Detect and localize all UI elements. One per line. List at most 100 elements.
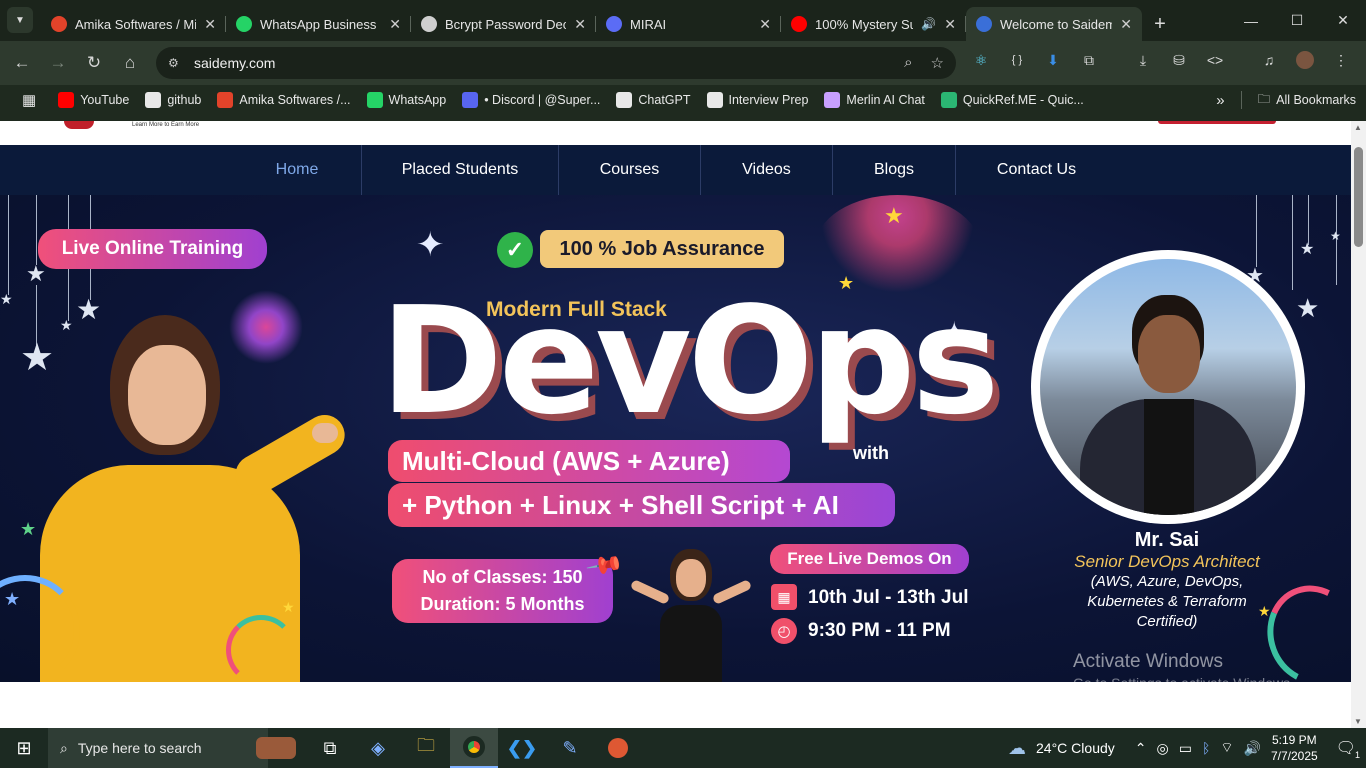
bookmark-item[interactable]: Amika Softwares /... [209,87,358,113]
site-info-icon[interactable]: ⚙ [168,56,182,70]
tab-search-button[interactable]: ▼ [7,7,33,33]
tab-favicon-icon [421,16,437,32]
download-extension-icon[interactable]: ⬇ [1042,49,1064,71]
hero-banner[interactable]: ★ ★ ★ ★ ★ ★ ★ ★ ★ ★ ★ ✦ ✦ Live Online Tr… [0,195,1351,682]
hanging-string [1308,195,1309,245]
tab-close-icon[interactable]: ✕ [1120,16,1132,33]
browser-tab[interactable]: 100% Mystery Su 🔊 ✕ [781,7,966,41]
page-scrollbar[interactable]: ▲ ▼ [1351,121,1366,728]
wifi-icon[interactable]: ⌔ [1220,739,1233,757]
menu-kebab-icon[interactable]: ⋮ [1330,49,1352,71]
react-devtools-icon[interactable]: ⚛ [970,49,992,71]
bookmark-favicon-icon [616,92,633,108]
system-tray: ☁ 24°C Cloudy ⌃ ◎ ▭ ᛒ ⌔ 🔊 5:19 PM 7/7/20… [1008,728,1366,768]
nav-contact-us[interactable]: Contact Us [956,145,1117,195]
weather-text[interactable]: 24°C Cloudy [1036,740,1115,756]
bookmark-favicon-icon [706,92,723,108]
volume-icon[interactable]: 🔊 [1244,740,1261,757]
bookmark-item[interactable]: ChatGPT [608,87,698,113]
apps-grid-icon[interactable]: ▦ [14,87,50,113]
zoom-icon[interactable]: ⌕ [904,54,912,72]
bookmark-item[interactable]: WhatsApp [359,87,455,113]
windows-taskbar: ⊞ ⌕ Type here to search ⧉ ◈ 🗀 ❮❯ ✎ ☁ 24°… [0,728,1366,768]
chrome-icon[interactable] [450,728,498,768]
forward-button[interactable]: → [40,45,76,81]
profile-avatar[interactable] [1294,49,1316,71]
more-bookmarks-icon[interactable]: » [1216,92,1224,109]
bookmark-item[interactable]: Merlin AI Chat [816,87,933,113]
task-view-icon[interactable]: ⧉ [306,728,354,768]
home-button[interactable]: ⌂ [112,45,148,81]
maximize-button[interactable]: ☐ [1274,0,1320,41]
new-tab-button[interactable]: + [1142,7,1178,41]
tab-close-icon[interactable]: ✕ [574,16,586,33]
minimize-button[interactable]: — [1228,0,1274,41]
bookmark-item[interactable]: • Discord | @Super... [454,87,608,113]
bookmark-item[interactable]: YouTube [50,87,137,113]
browser-tab[interactable]: Amika Softwares / Mi ✕ [41,7,226,41]
bookmark-label: Interview Prep [728,93,809,107]
tray-overflow-icon[interactable]: ⌃ [1135,740,1147,757]
trainer-portrait-image [1040,259,1296,515]
bookmark-item[interactable]: QuickRef.ME - Quic... [933,87,1092,113]
back-button[interactable]: ← [4,45,40,81]
tab-close-icon[interactable]: ✕ [759,16,771,33]
nav-videos[interactable]: Videos [701,145,833,195]
tab-title: Welcome to Saidemy [1000,16,1113,32]
vscode-icon[interactable]: ❮❯ [498,728,546,768]
tab-strip: ▼ Amika Softwares / Mi ✕ WhatsApp Business… [0,0,1366,41]
scroll-down-arrow-icon[interactable]: ▼ [1354,717,1362,726]
header-cta-button[interactable] [1158,121,1276,124]
bookmark-item[interactable]: Interview Prep [699,87,817,113]
site-logo[interactable] [64,121,94,129]
network-icon[interactable]: ◎ [1157,740,1169,757]
windows-start-icon[interactable]: ⊞ [0,728,48,768]
weather-icon[interactable]: ☁ [1008,738,1026,759]
live-training-badge: Live Online Training [38,229,267,269]
url-text: saidemy.com [194,55,276,71]
watermark-title: Activate Windows [1073,651,1223,672]
notifications-icon[interactable]: 🗨 1 [1336,738,1360,760]
paint-icon[interactable]: ✎ [546,728,594,768]
close-window-button[interactable]: ✕ [1320,0,1366,41]
all-bookmarks-button[interactable]: 🗀 All Bookmarks [1258,90,1356,111]
bookmark-star-icon[interactable]: ☆ [931,54,944,72]
tab-audio-icon[interactable]: 🔊 [921,17,936,31]
browser-tab[interactable]: WhatsApp Business ✕ [226,7,411,41]
clock[interactable]: 5:19 PM 7/7/2025 [1271,732,1318,764]
file-explorer-icon[interactable]: 🗀 [402,728,450,768]
incognito-icon[interactable]: ⛁ [1168,49,1190,71]
activate-windows-watermark: Activate Windows Go to Settings to activ… [1073,651,1294,691]
search-highlight-image[interactable] [246,728,306,768]
media-control-icon[interactable]: ♫ [1258,49,1280,71]
downloads-icon[interactable]: ⤓ [1132,49,1154,71]
taskbar-search-box[interactable]: ⌕ Type here to search [48,728,268,768]
nav-home[interactable]: Home [233,145,362,195]
all-bookmarks-sep [1240,91,1242,109]
free-demos-badge: Free Live Demos On [770,544,969,574]
duckduckgo-icon[interactable] [594,728,642,768]
nav-placed-students[interactable]: Placed Students [362,145,559,195]
tab-close-icon[interactable]: ✕ [204,16,216,33]
site-header: Learn More to Earn More [0,121,1351,145]
copilot-icon[interactable]: ◈ [354,728,402,768]
address-bar[interactable]: ⚙ saidemy.com ⌕ ☆ [156,47,956,79]
bluetooth-icon[interactable]: ᛒ [1202,740,1210,756]
all-bookmarks-label: All Bookmarks [1276,93,1356,107]
devtools-icon[interactable]: <> [1204,49,1226,71]
tab-close-icon[interactable]: ✕ [389,16,401,33]
window-controls: — ☐ ✕ [1228,0,1366,41]
reload-button[interactable]: ↻ [76,45,112,81]
tab-close-icon[interactable]: ✕ [944,16,956,33]
nav-blogs[interactable]: Blogs [833,145,956,195]
browser-tab[interactable]: Welcome to Saidemy ✕ [966,7,1142,41]
nav-courses[interactable]: Courses [559,145,701,195]
bookmark-item[interactable]: github [137,87,209,113]
browser-tab[interactable]: MIRAI ✕ [596,7,781,41]
extensions-icon[interactable]: ⧉ [1078,49,1100,71]
scrollbar-thumb[interactable] [1354,147,1363,247]
browser-tab[interactable]: Bcrypt Password Decr ✕ [411,7,596,41]
scroll-up-arrow-icon[interactable]: ▲ [1354,123,1362,132]
json-viewer-icon[interactable]: { } [1006,49,1028,71]
battery-icon[interactable]: ▭ [1179,740,1192,757]
